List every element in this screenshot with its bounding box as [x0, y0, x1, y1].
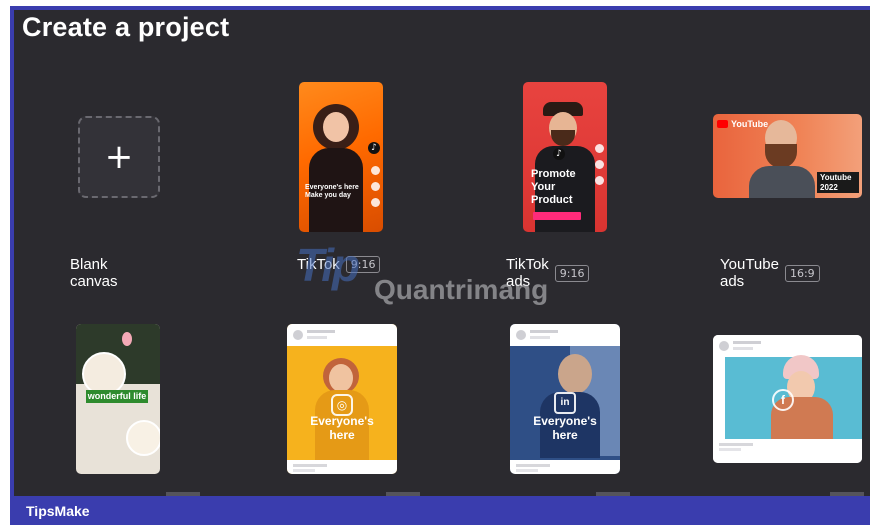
post-header — [510, 324, 620, 346]
post-header — [287, 324, 397, 346]
blank-canvas-thumbnail[interactable]: + — [78, 116, 160, 198]
tiktok-label-row: TikTok 9:16 — [297, 256, 381, 273]
person-face — [329, 364, 353, 392]
instagram-preview-text: Everyone's here — [310, 414, 374, 443]
person-body — [749, 166, 815, 198]
label-stub — [830, 492, 864, 496]
instagram-icon: ◎ — [331, 394, 353, 416]
youtube-brand-text: YouTube — [731, 119, 769, 129]
linkedin-preview-text: Everyone's here — [533, 414, 597, 443]
plate-shape — [126, 420, 160, 456]
template-label: TikTok — [297, 256, 340, 273]
page-title: Create a project — [22, 12, 230, 42]
facebook-post-thumbnail[interactable]: f — [713, 335, 862, 463]
instagram-post-thumbnail[interactable]: ◎ Everyone's here — [287, 324, 397, 474]
post-footer — [713, 439, 862, 463]
youtube-logo-icon — [717, 120, 728, 128]
food-story-thumbnail[interactable]: wonderful life — [76, 324, 160, 474]
aspect-ratio-badge: 9:16 — [345, 256, 381, 273]
facebook-icon: f — [772, 389, 794, 411]
tiktok-preview-text: Everyone's here Make you day — [305, 184, 359, 200]
plus-icon: + — [104, 137, 134, 177]
aspect-ratio-badge: 16:9 — [784, 264, 820, 282]
label-stub — [596, 492, 630, 496]
cta-bar — [533, 212, 581, 220]
linkedin-icon: in — [554, 392, 576, 414]
tiktok-logo-icon: ♪ — [553, 148, 565, 160]
post-header — [713, 335, 862, 357]
create-project-panel: Create a project + Blank canvas ♪ Everyo… — [14, 10, 870, 496]
youtube-ads-thumbnail[interactable]: YouTube Youtube 2022 — [713, 114, 862, 198]
person-beard — [551, 130, 575, 146]
tiktok-ads-label-row: TikTok ads 9:16 — [506, 256, 590, 290]
flower-shape — [122, 332, 132, 346]
tiktok-thumbnail[interactable]: ♪ Everyone's here Make you day — [299, 82, 383, 232]
youtube-ads-label-row: YouTube ads 16:9 — [720, 256, 820, 290]
blank-canvas-label-row: Blank canvas — [70, 256, 118, 290]
template-label: Blank canvas — [70, 256, 118, 290]
label-stub — [386, 492, 420, 496]
brand-label: TipsMake — [26, 503, 90, 519]
tiktok-side-icons — [595, 144, 604, 185]
post-footer — [287, 460, 397, 474]
tiktok-ads-thumbnail[interactable]: ♪ Promote Your Product — [523, 82, 607, 232]
person-beard — [765, 144, 797, 168]
footer-bar: TipsMake — [10, 492, 870, 525]
post-footer — [510, 460, 620, 474]
tiktok-ads-preview-text: Promote Your Product — [531, 168, 576, 207]
template-label: TikTok ads — [506, 256, 549, 290]
youtube-badge-text: Youtube 2022 — [817, 172, 859, 194]
label-stub — [166, 492, 200, 496]
person-face — [323, 112, 349, 142]
linkedin-post-thumbnail[interactable]: in Everyone's here — [510, 324, 620, 474]
screenshot-frame: Create a project + Blank canvas ♪ Everyo… — [0, 0, 870, 525]
template-label: YouTube ads — [720, 256, 779, 290]
person-face — [558, 354, 592, 394]
food-story-preview-text: wonderful life — [86, 390, 148, 403]
tiktok-side-icons — [371, 166, 380, 207]
tiktok-logo-icon: ♪ — [368, 142, 380, 154]
aspect-ratio-badge: 9:16 — [554, 264, 590, 282]
